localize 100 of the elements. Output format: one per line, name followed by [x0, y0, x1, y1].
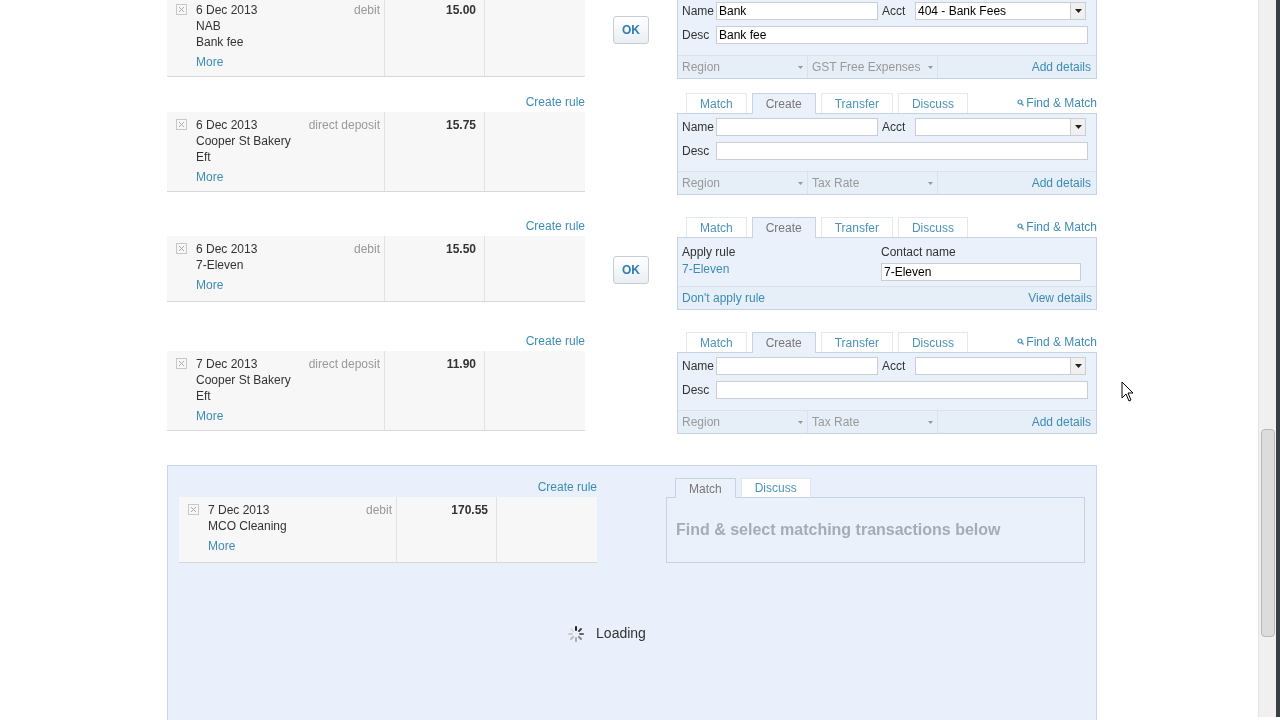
dropdown[interactable]: Region	[678, 56, 808, 78]
tab[interactable]: Match	[686, 93, 747, 113]
contact-name-field[interactable]: 7-Eleven	[881, 263, 1081, 281]
field-label: Apply rule	[682, 244, 737, 260]
transaction-description: Bank fee	[196, 34, 245, 50]
find-and-match-link[interactable]: Find & Match	[1017, 217, 1097, 236]
field-label: Name	[682, 358, 715, 375]
tab[interactable]: Transfer	[820, 93, 893, 113]
field-label: Name	[682, 119, 715, 136]
transaction-date: 6 Dec 2013	[196, 2, 258, 18]
more-link[interactable]: More	[196, 277, 224, 293]
remove-icon[interactable]	[176, 243, 187, 254]
rule-link[interactable]: 7-Eleven	[682, 261, 730, 277]
caret-icon	[928, 65, 933, 69]
find-and-match-link[interactable]: Find & Match	[1017, 93, 1097, 112]
transaction-description: 7-Eleven	[196, 257, 245, 273]
field-label: Acct	[882, 358, 907, 375]
amount: 15.50	[445, 241, 476, 257]
caret-icon	[928, 181, 933, 185]
ok-button[interactable]: OK	[613, 256, 649, 284]
search-icon	[1017, 99, 1025, 106]
ok-button[interactable]: OK	[613, 16, 649, 44]
transaction-description: Cooper St Bakery	[196, 372, 292, 388]
transaction-date: 6 Dec 2013	[196, 117, 258, 133]
caret-icon	[928, 420, 933, 424]
dropdown[interactable]: Region	[678, 411, 808, 433]
more-link[interactable]: More	[196, 169, 224, 185]
dropdown[interactable]: Tax Rate	[808, 172, 938, 194]
account-dropdown[interactable]	[915, 357, 1086, 375]
more-link[interactable]: More	[196, 408, 224, 424]
account-dropdown[interactable]: 404 - Bank Fees	[915, 2, 1086, 20]
account-dropdown[interactable]	[915, 118, 1086, 136]
more-link[interactable]: More	[196, 54, 224, 70]
transaction-type: direct deposit	[308, 117, 380, 133]
tab[interactable]: Discuss	[897, 93, 968, 113]
name-field[interactable]: Bank	[716, 2, 878, 20]
tab[interactable]: Create	[751, 332, 816, 353]
tab[interactable]: Transfer	[820, 332, 893, 352]
tab[interactable]: Discuss	[740, 478, 811, 497]
transaction-date: 7 Dec 2013	[208, 502, 270, 518]
dropdown[interactable]: Tax Rate	[808, 411, 938, 433]
field-label: Desc	[682, 27, 711, 44]
field-label: Acct	[882, 3, 907, 20]
amount: 15.00	[445, 2, 476, 18]
scroll-thumb[interactable]	[1261, 429, 1275, 637]
transaction-description: Eft	[196, 388, 212, 404]
caret-icon	[798, 420, 803, 424]
find-and-match-link[interactable]: Find & Match	[1017, 332, 1097, 351]
tab[interactable]: Create	[751, 217, 816, 238]
description-field[interactable]: Bank fee	[716, 26, 1088, 44]
field-label: Desc	[682, 382, 711, 399]
transaction-description: NAB	[196, 18, 222, 34]
remove-icon[interactable]	[176, 4, 187, 15]
amount: 170.55	[451, 502, 488, 518]
tab[interactable]: Match	[686, 217, 747, 237]
caret-icon	[1074, 9, 1082, 13]
dropdown[interactable]: GST Free Expenses	[808, 56, 938, 78]
tab[interactable]: Transfer	[820, 217, 893, 237]
transaction-type: direct deposit	[308, 356, 380, 372]
caret-icon	[1074, 364, 1082, 368]
create-rule-link[interactable]: Create rule	[525, 332, 585, 350]
add-details-link[interactable]: Add details	[1031, 174, 1096, 192]
spinner-icon	[568, 625, 585, 642]
loading-text: Loading	[596, 624, 646, 643]
field-label: Contact name	[881, 244, 957, 260]
transaction-description: Eft	[196, 149, 212, 165]
tab[interactable]: Match	[675, 478, 736, 498]
transaction-type: debit	[353, 2, 380, 18]
create-rule-link[interactable]: Create rule	[525, 217, 585, 235]
caret-icon	[798, 65, 803, 69]
name-field[interactable]	[716, 357, 878, 375]
tab[interactable]: Match	[686, 332, 747, 352]
dropdown[interactable]: Region	[678, 172, 808, 194]
amount: 11.90	[446, 356, 476, 372]
tab[interactable]: Discuss	[897, 332, 968, 352]
transaction-date: 6 Dec 2013	[196, 241, 258, 257]
field-label: Name	[682, 3, 715, 20]
amount: 15.75	[445, 117, 476, 133]
create-rule-link[interactable]: Create rule	[525, 93, 585, 111]
caret-icon	[1074, 125, 1082, 129]
transaction-description: Cooper St Bakery	[196, 133, 292, 149]
description-field[interactable]	[716, 381, 1088, 399]
dont-apply-rule-link[interactable]: Don't apply rule	[682, 289, 765, 307]
add-details-link[interactable]: Add details	[1031, 58, 1096, 76]
view-details-link[interactable]: View details	[1028, 289, 1092, 307]
transaction-type: debit	[353, 241, 380, 257]
remove-icon[interactable]	[188, 504, 199, 515]
description-field[interactable]	[716, 142, 1088, 160]
remove-icon[interactable]	[176, 119, 187, 130]
caret-icon	[798, 181, 803, 185]
tab[interactable]: Create	[751, 93, 816, 114]
more-link[interactable]: More	[208, 538, 236, 554]
create-rule-link[interactable]: Create rule	[537, 478, 597, 496]
search-icon	[1017, 223, 1025, 230]
name-field[interactable]	[716, 118, 878, 136]
add-details-link[interactable]: Add details	[1031, 413, 1096, 431]
remove-icon[interactable]	[176, 358, 187, 369]
tab[interactable]: Discuss	[897, 217, 968, 237]
scrollbar[interactable]	[1258, 0, 1276, 717]
search-icon	[1017, 338, 1025, 345]
